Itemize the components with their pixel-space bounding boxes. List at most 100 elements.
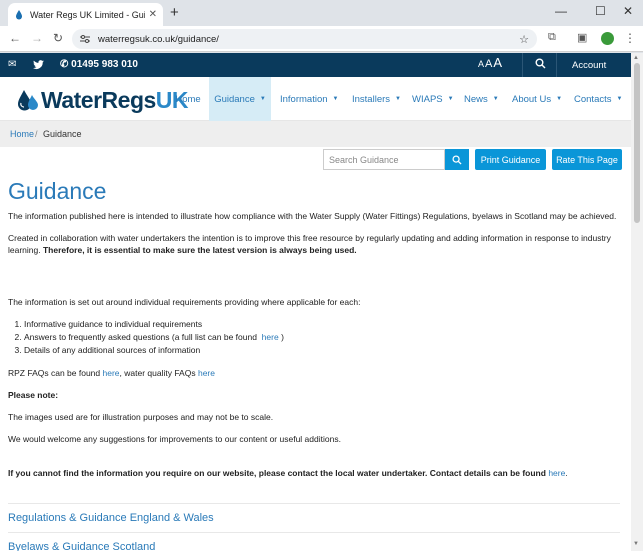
print-guidance-button[interactable]: Print Guidance	[475, 149, 546, 170]
chevron-down-icon: ▼	[556, 96, 563, 102]
intro-paragraph: The information published here is intend…	[8, 211, 617, 221]
site-info-icon[interactable]	[80, 35, 90, 43]
chevron-down-icon: ▼	[492, 96, 499, 102]
search-submit-button[interactable]	[445, 149, 469, 170]
browser-toolbar: ← → ↻ waterregsuk.co.uk/guidance/ ☆ ⧉ ▣ …	[0, 26, 643, 52]
back-icon[interactable]: ←	[9, 31, 21, 45]
url-text: waterregsuk.co.uk/guidance/	[98, 33, 219, 45]
account-link[interactable]: Account	[572, 60, 606, 71]
rpz-here-link[interactable]: here	[103, 368, 120, 378]
nav-home[interactable]: Home	[172, 77, 204, 121]
logo-text-main: WaterRegs	[41, 86, 156, 113]
list-item: Details of any additional sources of inf…	[24, 344, 620, 357]
nav-guidance[interactable]: Guidance ▼	[209, 77, 271, 121]
bookmark-star-icon[interactable]: ☆	[519, 33, 529, 46]
page-scrollbar[interactable]: ▲ ▼	[631, 53, 643, 551]
nav-news[interactable]: News ▼	[464, 77, 499, 121]
favicon-icon	[16, 9, 22, 19]
tab-title: Water Regs UK Limited - Guida	[30, 9, 145, 20]
nav-information[interactable]: Information ▼	[280, 77, 338, 121]
nav-about-us[interactable]: About Us ▼	[512, 77, 562, 121]
twitter-icon[interactable]	[33, 60, 44, 70]
nav-label: Guidance	[214, 93, 255, 105]
guidance-search	[323, 149, 469, 170]
please-note-heading: Please note:	[8, 389, 620, 401]
nav-wiaps[interactable]: WIAPS ▼	[412, 77, 454, 121]
collab-bold-text: Therefore, it is essential to make sure …	[42, 245, 357, 255]
list-item: Answers to frequently asked questions (a…	[24, 331, 620, 344]
browser-tabstrip: Water Regs UK Limited - Guida ✕ + — ☐ ✕	[0, 0, 643, 26]
scroll-down-arrow-icon[interactable]: ▼	[633, 541, 639, 547]
faq-here-link[interactable]: here	[262, 332, 279, 342]
suggestions-paragraph: We would welcome any suggestions for imp…	[8, 434, 341, 444]
text-size-large[interactable]: A	[493, 55, 502, 70]
utility-bar: ✉ ✆ 01495 983 010 AAA Account	[0, 53, 631, 77]
water-drop-logo-icon	[18, 90, 38, 111]
text-size-medium[interactable]: A	[485, 58, 492, 70]
tab-close-icon[interactable]: ✕	[149, 9, 157, 20]
rpz-text: RPZ FAQs can be found	[8, 368, 101, 378]
section-england-wales-link[interactable]: Regulations & Guidance England & Wales	[8, 512, 620, 524]
forward-icon[interactable]: →	[31, 31, 43, 45]
breadcrumb-current: Guidance	[43, 129, 82, 139]
page-title: Guidance	[8, 178, 107, 204]
chevron-down-icon: ▼	[332, 96, 339, 102]
contact-paragraph: If you cannot find the information you r…	[8, 467, 620, 479]
chevron-down-icon: ▼	[259, 96, 266, 102]
breadcrumb: Home / Guidance	[0, 121, 631, 147]
search-input[interactable]	[323, 149, 445, 170]
collab-paragraph: Created in collaboration with water unde…	[8, 232, 620, 256]
water-quality-here-link[interactable]: here	[198, 368, 215, 378]
set-out-paragraph: The information is set out around indivi…	[8, 297, 361, 307]
nav-contacts[interactable]: Contacts ▼	[574, 77, 622, 121]
address-bar[interactable]: waterregsuk.co.uk/guidance/ ☆	[72, 29, 537, 49]
images-note-paragraph: The images used are for illustration pur…	[8, 412, 274, 422]
rpz-paragraph: RPZ FAQs can be found here, water qualit…	[8, 367, 620, 379]
new-tab-icon[interactable]: +	[170, 4, 179, 21]
breadcrumb-separator: /	[35, 129, 38, 139]
utility-divider	[522, 53, 523, 77]
chevron-down-icon: ▼	[395, 96, 401, 102]
section-divider	[8, 503, 620, 504]
minimize-icon[interactable]: —	[555, 4, 567, 18]
side-panel-icon[interactable]: ▣	[577, 31, 587, 44]
search-icon	[452, 154, 462, 165]
nav-label: Installers	[352, 93, 391, 105]
main-navbar: WaterRegsUK Home Guidance ▼ Information ▼ …	[0, 77, 631, 121]
search-icon[interactable]	[535, 58, 546, 69]
section-scotland-link[interactable]: Byelaws & Guidance Scotland	[8, 541, 620, 551]
nav-label: News	[464, 93, 488, 105]
scroll-thumb[interactable]	[634, 63, 640, 223]
scroll-up-arrow-icon[interactable]: ▲	[633, 55, 639, 61]
contact-here-link[interactable]: here	[548, 468, 565, 478]
breadcrumb-home[interactable]: Home	[10, 129, 34, 139]
wq-text: , water quality FAQs	[119, 368, 196, 378]
window-close-icon[interactable]: ✕	[623, 4, 633, 18]
list-item: Informative guidance to individual requi…	[24, 318, 620, 331]
email-icon[interactable]: ✉	[8, 59, 16, 70]
rate-page-button[interactable]: Rate This Page	[552, 149, 622, 170]
logo-text: WaterRegsUK	[41, 86, 189, 114]
extensions-icon[interactable]: ⧉	[548, 31, 556, 44]
nav-label: Information	[280, 93, 328, 105]
text-size-small[interactable]: A	[478, 59, 484, 69]
text-size-controls: AAA	[478, 55, 503, 70]
menu-kebab-icon[interactable]: ⋮	[624, 31, 636, 45]
main-content: Guidance The information published here …	[8, 177, 620, 551]
site-logo[interactable]: WaterRegsUK	[16, 86, 189, 114]
list-item-text: Answers to frequently asked questions (a…	[24, 332, 257, 342]
nav-label: Home	[175, 93, 201, 105]
utility-divider	[556, 53, 557, 77]
profile-avatar[interactable]	[601, 32, 614, 45]
reload-icon[interactable]: ↻	[53, 31, 63, 45]
maximize-icon[interactable]: ☐	[595, 4, 606, 18]
phone-icon: ✆	[60, 59, 69, 70]
phone-number[interactable]: ✆ 01495 983 010	[60, 59, 138, 70]
browser-tab[interactable]: Water Regs UK Limited - Guida ✕	[8, 3, 163, 26]
nav-label: Contacts	[574, 93, 612, 105]
nav-installers[interactable]: Installers ▼	[352, 77, 401, 121]
nav-label: About Us	[512, 93, 552, 105]
section-divider	[8, 532, 620, 533]
nav-label: WIAPS	[412, 93, 443, 105]
